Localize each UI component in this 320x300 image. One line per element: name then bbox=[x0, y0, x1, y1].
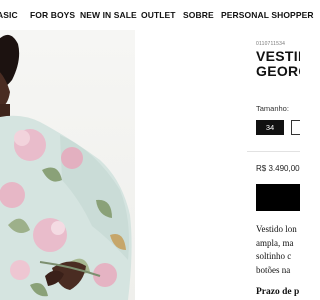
product-title-line-1: VESTIDO bbox=[256, 48, 300, 64]
divider bbox=[247, 151, 300, 152]
nav-item-basic[interactable]: ASIC bbox=[0, 10, 18, 20]
size-option[interactable] bbox=[291, 120, 300, 135]
nav-item-personal-shopper[interactable]: PERSONAL SHOPPER bbox=[221, 10, 314, 20]
product-title-line-2: GEORG bbox=[256, 63, 300, 79]
size-label: Tamanho: bbox=[256, 104, 289, 113]
nav-item-sobre[interactable]: SOBRE bbox=[183, 10, 214, 20]
product-info-panel: 0110711534 VESTIDO GEORG Tamanho: 34 R$ … bbox=[247, 30, 300, 300]
nav-item-outlet[interactable]: OUTLET bbox=[141, 10, 176, 20]
description-line: botões na bbox=[256, 264, 291, 275]
model-floral-dress-illustration bbox=[0, 30, 135, 300]
delivery-time-heading[interactable]: Prazo de p bbox=[256, 287, 299, 297]
top-navigation: ASIC FOR BOYS NEW IN SALE OUTLET SOBRE P… bbox=[0, 0, 314, 30]
add-to-bag-button[interactable] bbox=[256, 184, 300, 211]
description-line: soltinho c bbox=[256, 251, 292, 261]
product-price: R$ 3.490,00 bbox=[256, 164, 300, 173]
product-title: VESTIDO GEORG bbox=[256, 49, 300, 79]
nav-item-new-in-sale[interactable]: NEW IN SALE bbox=[80, 10, 137, 20]
product-sku: 0110711534 bbox=[256, 41, 286, 47]
product-image[interactable] bbox=[0, 30, 135, 300]
product-description: Vestido lon ampla, ma soltinho c botões … bbox=[256, 223, 300, 277]
description-line: ampla, ma bbox=[256, 237, 294, 248]
size-option-34[interactable]: 34 bbox=[256, 120, 284, 135]
description-line: Vestido lon bbox=[256, 224, 297, 234]
nav-item-for-boys[interactable]: FOR BOYS bbox=[30, 10, 75, 20]
